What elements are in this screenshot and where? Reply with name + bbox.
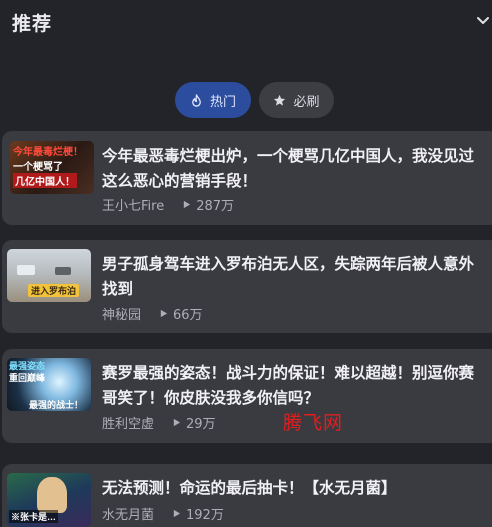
page-title: 推荐 — [12, 13, 53, 35]
video-title[interactable]: 赛罗最强的姿态！战斗力的保证！难以超越！别逗你赛哥笑了！你皮肤没我多你信吗？ — [102, 361, 482, 411]
video-meta: 水无月菌 192万 — [102, 504, 224, 523]
view-count: 29万 — [186, 417, 216, 432]
star-icon — [274, 94, 286, 106]
video-thumbnail: 今年最毒烂梗！ 一个梗骂了 几亿中国人！ — [10, 141, 94, 194]
thumbnail-caption: ※张卡是… — [9, 510, 59, 523]
play-count-icon — [173, 509, 181, 518]
view-count: 287万 — [196, 199, 235, 214]
play-count-icon — [173, 418, 181, 427]
video-thumbnail: ※张卡是… — [7, 473, 91, 527]
video-card[interactable]: 最强姿态 重回巅峰 最强的战士！ 赛罗最强的姿态！战斗力的保证！难以超越！别逗你… — [2, 349, 492, 443]
thumbnail-caption: 最强的战士！ — [29, 400, 84, 410]
chevron-down-icon[interactable] — [476, 14, 490, 28]
author-name[interactable]: 水无月菌 — [102, 504, 154, 523]
thumbnail-vehicle — [55, 267, 71, 275]
video-title[interactable]: 今年最恶毒烂梗出炉，一个梗骂几亿中国人，我没见过这么恶心的营销手段！ — [102, 144, 482, 194]
thumbnail-caption: 重回巅峰 — [9, 373, 46, 383]
video-title[interactable]: 男子孤身驾车进入罗布泊无人区，失踪两年后被人意外找到 — [102, 252, 482, 302]
filter-tabs: 热门 必刷 — [0, 82, 492, 118]
view-count: 192万 — [186, 508, 224, 523]
watermark: 腾飞网 — [283, 412, 344, 434]
video-card[interactable]: 今年最毒烂梗！ 一个梗骂了 几亿中国人！ 今年最恶毒烂梗出炉，一个梗骂几亿中国人… — [2, 131, 492, 225]
video-thumbnail: 最强姿态 重回巅峰 最强的战士！ — [7, 358, 91, 411]
thumbnail-caption: 一个梗骂了 — [13, 162, 63, 173]
tab-must-watch-label: 必刷 — [293, 94, 320, 110]
thumbnail-caption: 几亿中国人！ — [13, 173, 77, 188]
thumbnail-caption: 进入罗布泊 — [28, 284, 80, 297]
video-card[interactable]: ※张卡是… 无法预测！命运的最后抽卡！【水无月菌】 水无月菌 192万 — [2, 464, 492, 527]
video-meta: 王小七Fire 287万 — [102, 195, 234, 214]
video-thumbnail: 进入罗布泊 — [7, 249, 91, 302]
author-name[interactable]: 神秘园 — [102, 304, 141, 323]
play-count-icon — [160, 309, 168, 318]
header: 推荐 — [0, 0, 492, 44]
tab-hot-label: 热门 — [209, 94, 236, 110]
play-count-icon — [184, 200, 191, 209]
tab-must-watch[interactable]: 必刷 — [259, 82, 334, 118]
thumbnail-character — [37, 477, 67, 513]
thumbnail-caption: 今年最毒烂梗！ — [13, 147, 83, 158]
video-title[interactable]: 无法预测！命运的最后抽卡！【水无月菌】 — [102, 476, 482, 501]
fire-icon — [192, 93, 201, 107]
video-card[interactable]: 进入罗布泊 男子孤身驾车进入罗布泊无人区，失踪两年后被人意外找到 神秘园 66万 — [2, 240, 492, 333]
tab-hot[interactable]: 热门 — [175, 82, 251, 118]
video-meta: 神秘园 66万 — [102, 304, 203, 323]
author-name[interactable]: 胜利空虚 — [102, 413, 154, 432]
author-name[interactable]: 王小七Fire — [102, 195, 164, 214]
thumbnail-vehicle — [17, 265, 35, 275]
view-count: 66万 — [173, 308, 203, 323]
video-meta: 胜利空虚 29万 — [102, 413, 216, 432]
